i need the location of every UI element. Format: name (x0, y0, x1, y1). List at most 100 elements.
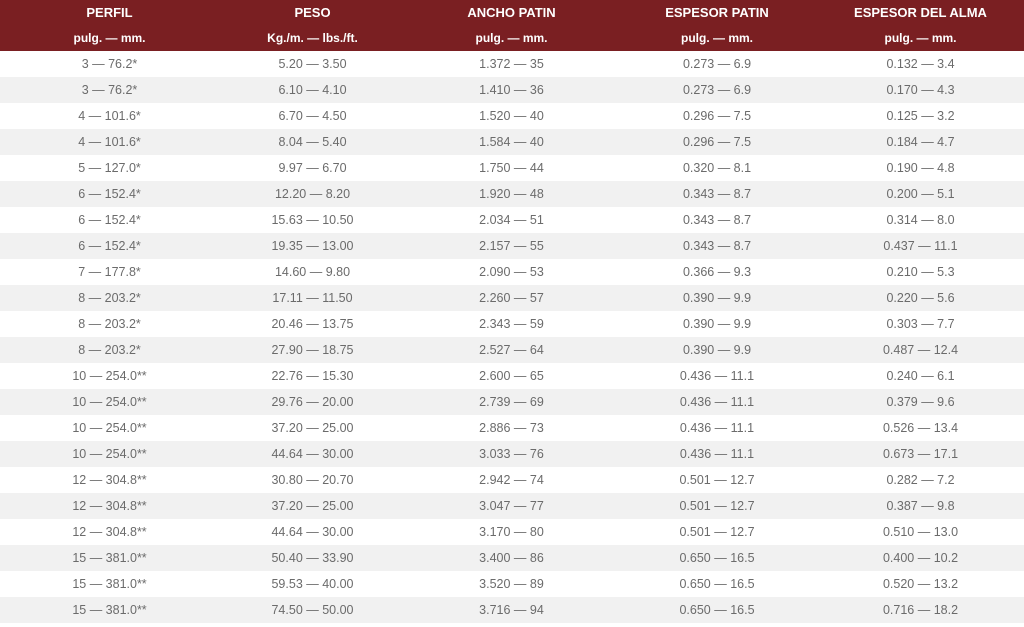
cell-espesor-alma: 0.437 — 11.1 (817, 233, 1024, 259)
cell-espesor-patin: 0.390 — 9.9 (617, 285, 817, 311)
cell-ancho-patin: 2.090 — 53 (406, 259, 617, 285)
cell-espesor-alma: 0.200 — 5.1 (817, 181, 1024, 207)
cell-perfil: 3 — 76.2* (0, 77, 219, 103)
cell-peso: 14.60 — 9.80 (219, 259, 406, 285)
cell-perfil: 10 — 254.0** (0, 389, 219, 415)
cell-perfil: 8 — 203.2* (0, 311, 219, 337)
cell-ancho-patin: 2.343 — 59 (406, 311, 617, 337)
cell-espesor-patin: 0.501 — 12.7 (617, 519, 817, 545)
cell-espesor-alma: 0.220 — 5.6 (817, 285, 1024, 311)
header-peso: PESO (294, 5, 331, 20)
cell-espesor-patin: 0.343 — 8.7 (617, 233, 817, 259)
cell-perfil: 4 — 101.6* (0, 103, 219, 129)
cell-perfil: 10 — 254.0** (0, 441, 219, 467)
table-row: 3 — 76.2* 6.10 — 4.10 1.410 — 36 0.273 — 6.… (0, 77, 1024, 103)
cell-peso: 37.20 — 25.00 (219, 493, 406, 519)
cell-ancho-patin: 3.170 — 80 (406, 519, 617, 545)
cell-ancho-patin: 1.410 — 36 (406, 77, 617, 103)
cell-perfil: 3 — 76.2* (0, 51, 219, 77)
cell-perfil: 8 — 203.2* (0, 285, 219, 311)
cell-ancho-patin: 1.920 — 48 (406, 181, 617, 207)
cell-ancho-patin: 2.527 — 64 (406, 337, 617, 363)
cell-ancho-patin: 2.600 — 65 (406, 363, 617, 389)
cell-espesor-alma: 0.184 — 4.7 (817, 129, 1024, 155)
cell-espesor-alma: 0.400 — 10.2 (817, 545, 1024, 571)
table-row: 8 — 203.2* 27.90 — 18.75 2.527 — 64 0.390 —… (0, 337, 1024, 363)
cell-espesor-alma: 0.716 — 18.2 (817, 597, 1024, 623)
cell-perfil: 7 — 177.8* (0, 259, 219, 285)
unit-peso: Kg./m. — lbs./ft. (267, 31, 358, 45)
cell-perfil: 6 — 152.4* (0, 181, 219, 207)
cell-espesor-patin: 0.390 — 9.9 (617, 337, 817, 363)
cell-espesor-alma: 0.190 — 4.8 (817, 155, 1024, 181)
cell-espesor-alma: 0.487 — 12.4 (817, 337, 1024, 363)
cell-espesor-alma: 0.170 — 4.3 (817, 77, 1024, 103)
cell-perfil: 12 — 304.8** (0, 493, 219, 519)
table-row: 6 — 152.4* 19.35 — 13.00 2.157 — 55 0.343 —… (0, 233, 1024, 259)
cell-peso: 27.90 — 18.75 (219, 337, 406, 363)
table-row: 3 — 76.2* 5.20 — 3.50 1.372 — 35 0.273 — 6.… (0, 51, 1024, 77)
cell-peso: 37.20 — 25.00 (219, 415, 406, 441)
cell-espesor-alma: 0.673 — 17.1 (817, 441, 1024, 467)
table-row: 10 — 254.0** 29.76 — 20.00 2.739 — 69 0.436… (0, 389, 1024, 415)
cell-peso: 19.35 — 13.00 (219, 233, 406, 259)
cell-espesor-alma: 0.314 — 8.0 (817, 207, 1024, 233)
cell-espesor-patin: 0.390 — 9.9 (617, 311, 817, 337)
table-row: 4 — 101.6* 8.04 — 5.40 1.584 — 40 0.296 — 7… (0, 129, 1024, 155)
cell-ancho-patin: 2.157 — 55 (406, 233, 617, 259)
cell-ancho-patin: 2.260 — 57 (406, 285, 617, 311)
cell-perfil: 5 — 127.0* (0, 155, 219, 181)
cell-peso: 74.50 — 50.00 (219, 597, 406, 623)
cell-espesor-patin: 0.501 — 12.7 (617, 493, 817, 519)
cell-peso: 17.11 — 11.50 (219, 285, 406, 311)
cell-ancho-patin: 1.520 — 40 (406, 103, 617, 129)
table-row: 6 — 152.4* 15.63 — 10.50 2.034 — 51 0.343 —… (0, 207, 1024, 233)
cell-espesor-patin: 0.296 — 7.5 (617, 129, 817, 155)
cell-ancho-patin: 3.400 — 86 (406, 545, 617, 571)
cell-perfil: 10 — 254.0** (0, 363, 219, 389)
cell-espesor-alma: 0.210 — 5.3 (817, 259, 1024, 285)
table-row: 8 — 203.2* 20.46 — 13.75 2.343 — 59 0.390 —… (0, 311, 1024, 337)
unit-espesor-patin: pulg. — mm. (681, 31, 753, 45)
cell-espesor-alma: 0.510 — 13.0 (817, 519, 1024, 545)
cell-espesor-patin: 0.436 — 11.1 (617, 389, 817, 415)
table-row: 15 — 381.0** 74.50 — 50.00 3.716 — 94 0.650… (0, 597, 1024, 623)
header-perfil: PERFIL (86, 5, 133, 20)
unit-espesor-alma: pulg. — mm. (884, 31, 957, 45)
cell-peso: 6.70 — 4.50 (219, 103, 406, 129)
cell-espesor-patin: 0.273 — 6.9 (617, 77, 817, 103)
cell-espesor-alma: 0.132 — 3.4 (817, 51, 1024, 77)
table-row: 7 — 177.8* 14.60 — 9.80 2.090 — 53 0.366 — … (0, 259, 1024, 285)
cell-peso: 44.64 — 30.00 (219, 441, 406, 467)
cell-espesor-alma: 0.520 — 13.2 (817, 571, 1024, 597)
header-espesor-patin: ESPESOR PATIN (665, 5, 769, 20)
cell-espesor-patin: 0.343 — 8.7 (617, 181, 817, 207)
cell-peso: 12.20 — 8.20 (219, 181, 406, 207)
cell-espesor-patin: 0.273 — 6.9 (617, 51, 817, 77)
table-row: 12 — 304.8** 44.64 — 30.00 3.170 — 80 0.501… (0, 519, 1024, 545)
cell-peso: 44.64 — 30.00 (219, 519, 406, 545)
cell-espesor-alma: 0.303 — 7.7 (817, 311, 1024, 337)
table-row: 15 — 381.0** 59.53 — 40.00 3.520 — 89 0.650… (0, 571, 1024, 597)
cell-espesor-patin: 0.296 — 7.5 (617, 103, 817, 129)
cell-peso: 22.76 — 15.30 (219, 363, 406, 389)
cell-espesor-patin: 0.320 — 8.1 (617, 155, 817, 181)
table-row: 12 — 304.8** 37.20 — 25.00 3.047 — 77 0.501… (0, 493, 1024, 519)
cell-perfil: 15 — 381.0** (0, 597, 219, 623)
cell-peso: 15.63 — 10.50 (219, 207, 406, 233)
cell-espesor-patin: 0.650 — 16.5 (617, 545, 817, 571)
cell-perfil: 15 — 381.0** (0, 571, 219, 597)
table-row: 4 — 101.6* 6.70 — 4.50 1.520 — 40 0.296 — 7… (0, 103, 1024, 129)
cell-espesor-alma: 0.526 — 13.4 (817, 415, 1024, 441)
cell-ancho-patin: 1.750 — 44 (406, 155, 617, 181)
cell-espesor-patin: 0.343 — 8.7 (617, 207, 817, 233)
table-row: 15 — 381.0** 50.40 — 33.90 3.400 — 86 0.650… (0, 545, 1024, 571)
cell-espesor-patin: 0.366 — 9.3 (617, 259, 817, 285)
cell-perfil: 4 — 101.6* (0, 129, 219, 155)
cell-peso: 20.46 — 13.75 (219, 311, 406, 337)
cell-peso: 50.40 — 33.90 (219, 545, 406, 571)
cell-perfil: 8 — 203.2* (0, 337, 219, 363)
unit-ancho-patin: pulg. — mm. (475, 31, 548, 45)
table-row: 10 — 254.0** 44.64 — 30.00 3.033 — 76 0.436… (0, 441, 1024, 467)
cell-perfil: 10 — 254.0** (0, 415, 219, 441)
